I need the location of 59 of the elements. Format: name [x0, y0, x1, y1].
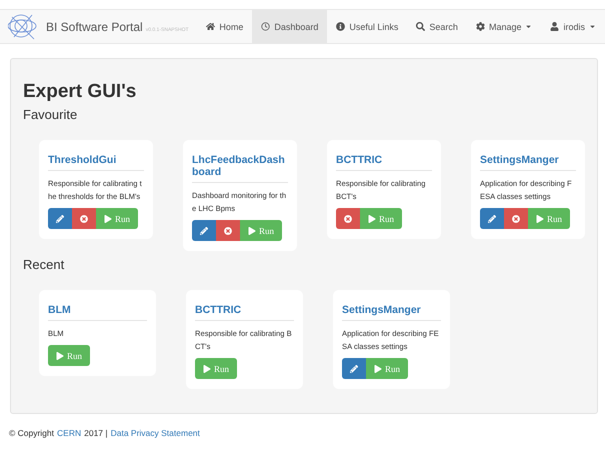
app-title[interactable]: BLM — [48, 299, 147, 321]
nav-link[interactable]: Manage — [466, 10, 542, 43]
search-icon — [416, 22, 426, 31]
nav-link[interactable]: Search — [407, 10, 467, 43]
pencil-icon — [350, 364, 358, 372]
close-icon — [512, 214, 520, 222]
edit-button[interactable] — [342, 358, 366, 379]
nav-link[interactable]: Dashboard — [252, 10, 328, 43]
play-icon — [104, 214, 112, 222]
nav-link[interactable]: Useful Links — [327, 10, 408, 43]
run-button[interactable]: Run — [48, 345, 90, 366]
pencil-icon — [200, 226, 208, 234]
app-title[interactable]: ThresholdGui — [48, 149, 144, 171]
remove-button[interactable] — [216, 220, 240, 241]
home-icon — [206, 22, 216, 31]
year-text: 2017 | — [84, 428, 108, 438]
run-button[interactable]: Run — [528, 208, 570, 229]
run-button[interactable]: Run — [195, 358, 238, 379]
edit-button[interactable] — [480, 208, 504, 229]
run-button[interactable]: Run — [240, 220, 282, 241]
play-icon — [56, 352, 64, 360]
close-icon — [224, 226, 232, 234]
play-icon — [368, 214, 376, 222]
run-button[interactable]: Run — [366, 358, 408, 379]
play-icon — [374, 364, 382, 372]
edit-button[interactable] — [192, 220, 216, 241]
remove-button[interactable] — [504, 208, 528, 229]
logo-icon — [8, 12, 38, 40]
settings-icon — [476, 22, 485, 31]
close-icon — [80, 214, 88, 222]
section-heading: Recent — [23, 257, 66, 272]
app-title[interactable]: SettingsManger — [342, 299, 441, 321]
page-heading: Expert GUI's — [23, 81, 138, 103]
play-icon — [536, 214, 544, 222]
user-icon — [550, 22, 560, 31]
play-icon — [203, 364, 211, 372]
close-icon — [344, 214, 352, 222]
edit-button[interactable] — [48, 208, 72, 229]
cern-link[interactable]: CERN — [57, 428, 82, 438]
caret-icon — [525, 23, 532, 30]
copyright-text: © Copyright — [9, 428, 54, 438]
privacy-link[interactable]: Data Privacy Statement — [110, 428, 200, 438]
app-title[interactable]: SettingsManger — [480, 149, 576, 171]
nav-link[interactable]: Home — [197, 10, 252, 43]
run-button[interactable]: Run — [360, 208, 402, 229]
pencil-icon — [56, 214, 64, 222]
nav-link[interactable]: irodis — [541, 10, 605, 43]
info-icon — [336, 22, 346, 31]
app-title[interactable]: BCTTRIC — [195, 299, 294, 321]
remove-button[interactable] — [72, 208, 96, 229]
clock-icon — [261, 22, 270, 31]
play-icon — [248, 226, 256, 234]
app-title[interactable]: LhcFeedbackDashboard — [192, 149, 288, 183]
caret-icon — [589, 23, 596, 30]
pencil-icon — [488, 214, 496, 222]
app-title[interactable]: BCTTRIC — [336, 149, 432, 171]
remove-button[interactable] — [336, 208, 360, 229]
run-button[interactable]: Run — [96, 208, 138, 229]
section-heading: Favourite — [23, 107, 78, 122]
